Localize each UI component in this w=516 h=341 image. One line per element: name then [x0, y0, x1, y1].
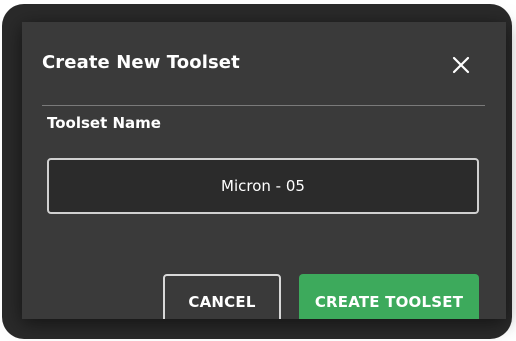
dialog-title: Create New Toolset — [42, 52, 240, 73]
close-icon — [452, 56, 470, 74]
create-toolset-button[interactable]: CREATE TOOLSET — [299, 274, 479, 319]
toolset-name-label: Toolset Name — [47, 114, 161, 132]
close-button[interactable] — [448, 52, 474, 78]
title-divider — [42, 105, 485, 106]
create-toolset-dialog: Create New Toolset Toolset Name CANCEL C… — [22, 22, 506, 319]
cancel-button[interactable]: CANCEL — [163, 274, 281, 319]
toolset-name-input[interactable] — [47, 158, 479, 214]
